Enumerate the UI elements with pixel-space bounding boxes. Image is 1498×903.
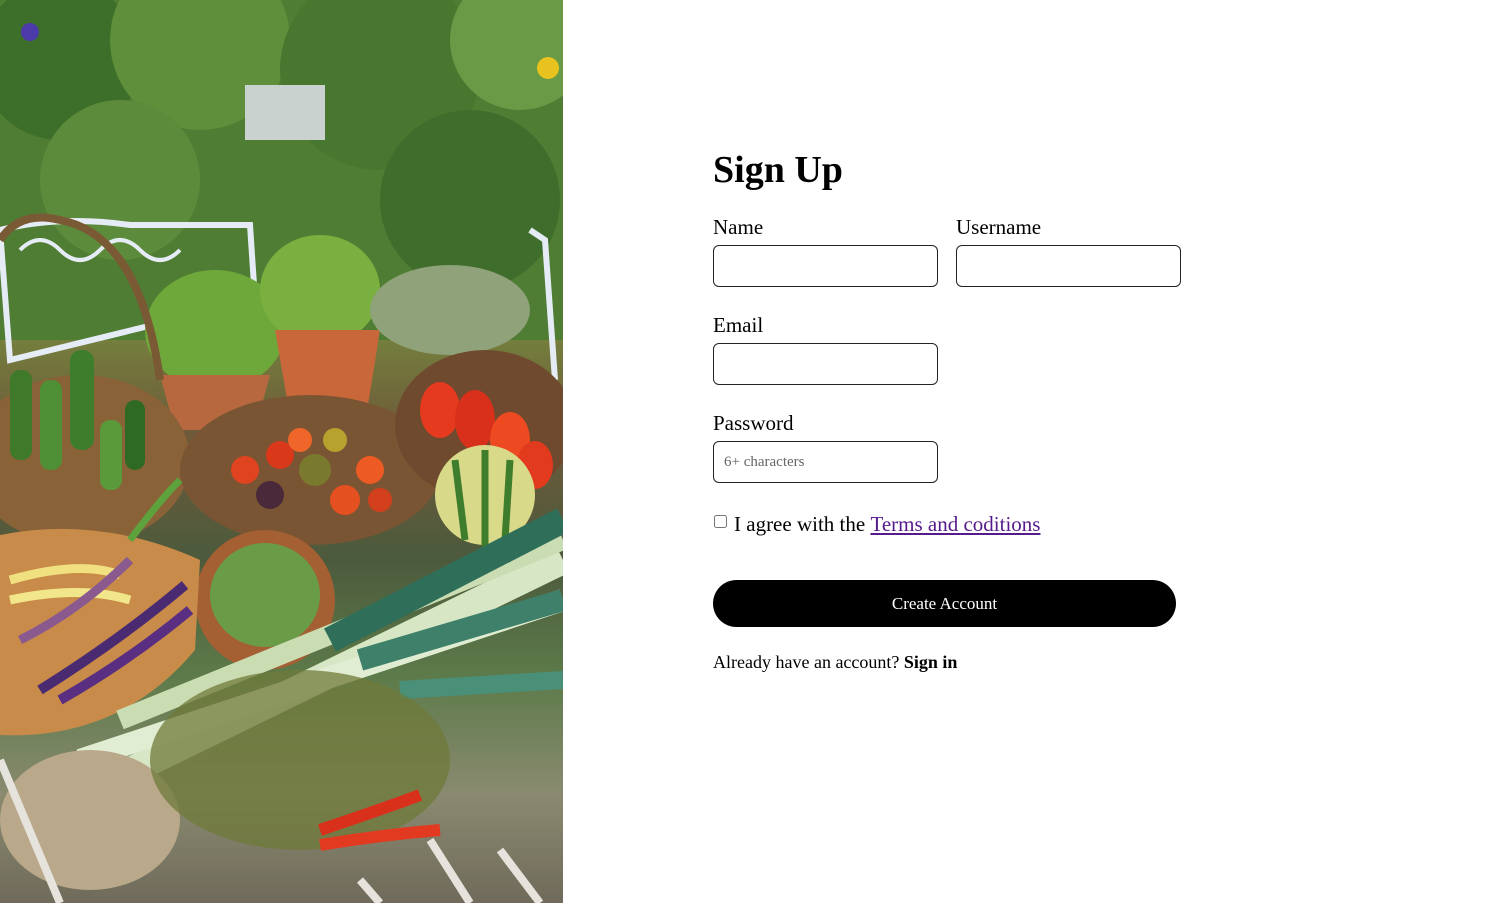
password-label: Password bbox=[713, 411, 794, 435]
name-label: Name bbox=[713, 215, 764, 239]
agree-text: I agree with the bbox=[734, 512, 866, 536]
username-label: Username bbox=[956, 215, 1042, 239]
create-account-button[interactable]: Create Account bbox=[713, 580, 1176, 627]
signin-prompt: Already have an account? Sign in bbox=[713, 650, 957, 674]
hero-garden-image bbox=[0, 0, 563, 903]
email-label: Email bbox=[713, 313, 764, 337]
terms-agreement: I agree with the Terms and coditions bbox=[713, 511, 1040, 537]
terms-checkbox[interactable] bbox=[714, 514, 727, 528]
signin-link[interactable]: Sign in bbox=[904, 652, 958, 672]
username-input[interactable] bbox=[956, 245, 1181, 287]
garden-vegetables-illustration bbox=[0, 0, 563, 903]
email-input[interactable] bbox=[713, 343, 938, 385]
terms-link[interactable]: Terms and coditions bbox=[870, 511, 1040, 537]
page-title: Sign Up bbox=[713, 149, 843, 191]
password-input[interactable] bbox=[713, 441, 938, 483]
already-text: Already have an account? bbox=[713, 652, 900, 672]
name-input[interactable] bbox=[713, 245, 938, 287]
